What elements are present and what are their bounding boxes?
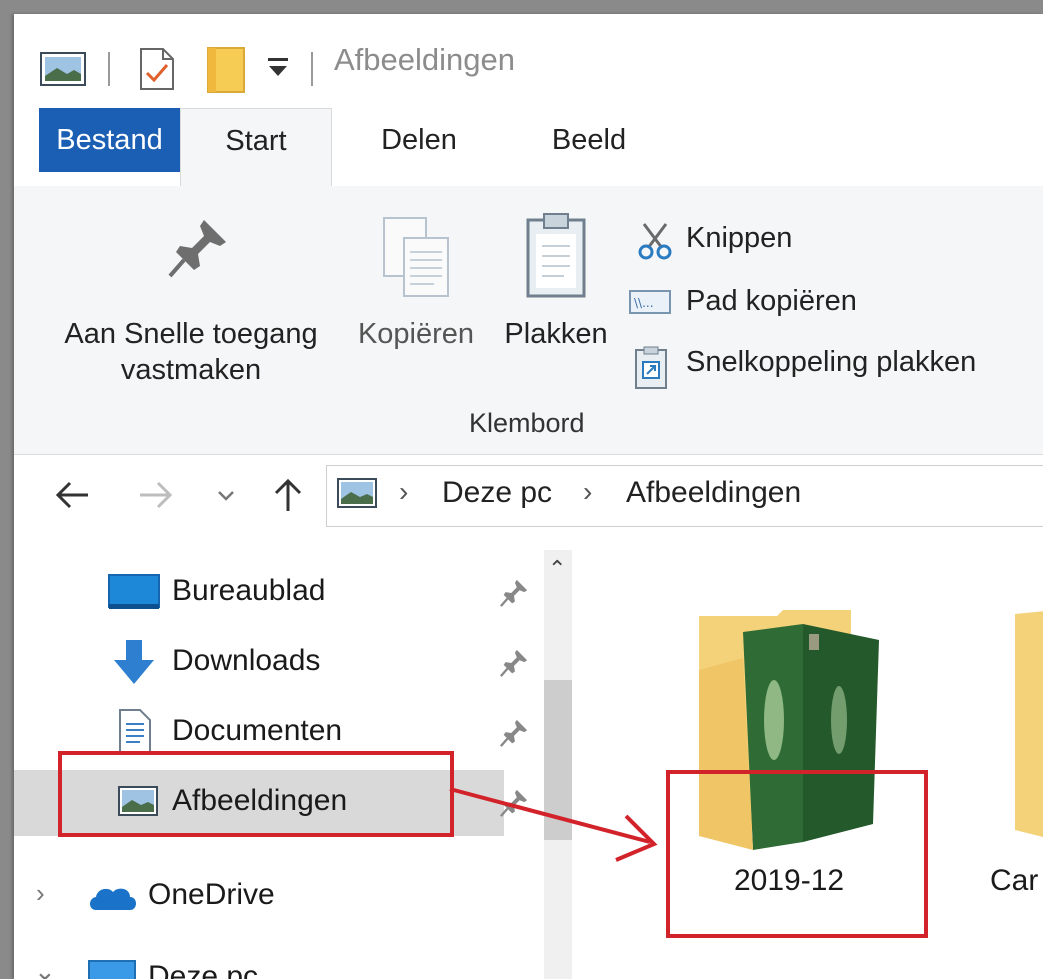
file-explorer-window: Afbeeldingen Bestand Start Delen Beeld A…	[14, 14, 1043, 979]
annotation-arrow	[449, 787, 658, 862]
